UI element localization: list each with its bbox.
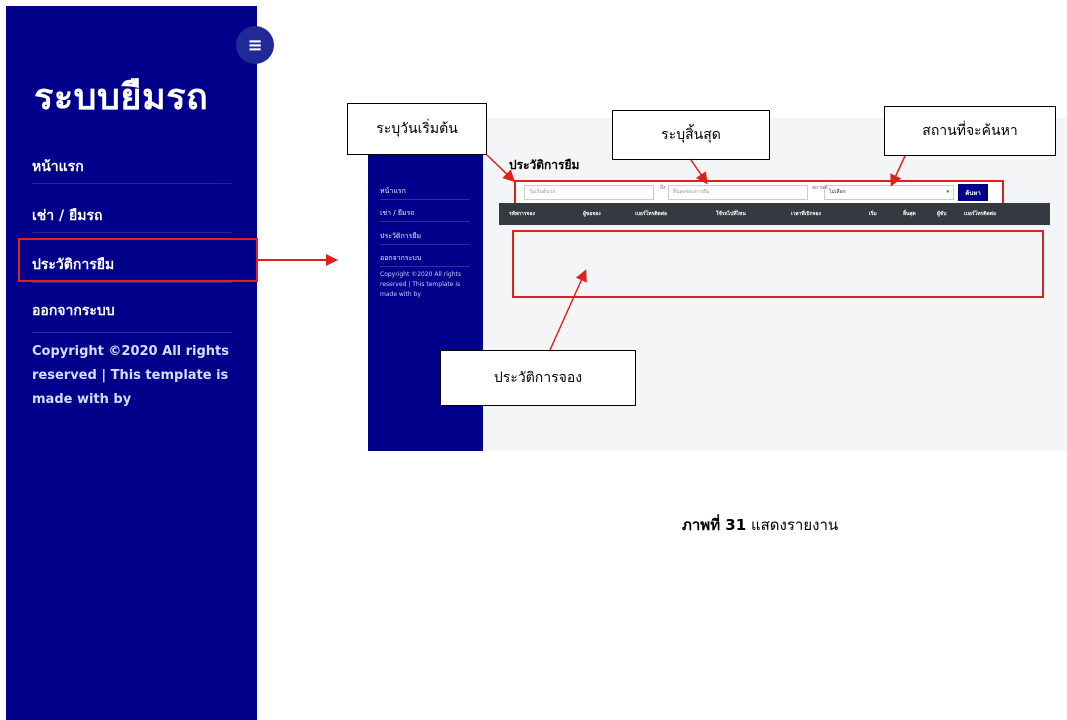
sidebar-item-rent[interactable]: เช่า / ยืมรถ <box>32 205 232 227</box>
end-label: ถึง <box>660 185 666 191</box>
th-phone: เบอร์โทรติดต่อ <box>635 211 667 217</box>
th-driver: ผู้ขับ <box>937 211 947 217</box>
th-booking-id: รหัสการจอง <box>509 211 535 217</box>
search-bar: วันเริ่มต้นรถ ถึง สิ้นสุดของการยืม สถานท… <box>514 180 1004 205</box>
mini-nav-logout[interactable]: ออกจากระบบ <box>380 253 421 264</box>
end-date-input[interactable]: สิ้นสุดของการยืม <box>668 185 808 200</box>
divider <box>32 332 232 333</box>
place-select[interactable]: ไม่เลือก ▾ <box>824 185 954 200</box>
callout-history: ประวัติการจอง <box>440 350 636 406</box>
copyright-text: Copyright ©2020 All rights reserved | Th… <box>32 344 230 407</box>
mini-nav-rent[interactable]: เช่า / ยืมรถ <box>380 208 415 219</box>
sidebar: ระบบยืมรถ หน้าแรก เช่า / ยืมรถ ประวัติกา… <box>6 6 257 720</box>
arrow-right-icon <box>326 254 338 266</box>
mini-copyright: Copyright ©2020 All rights reserved | Th… <box>380 271 461 298</box>
divider <box>32 282 232 283</box>
menu-toggle-button[interactable]: ≡ <box>236 26 274 64</box>
divider <box>380 221 470 222</box>
start-date-input[interactable]: วันเริ่มต้นรถ <box>524 185 654 200</box>
results-area <box>512 230 1044 298</box>
mini-nav-home[interactable]: หน้าแรก <box>380 186 406 197</box>
place-select-value: ไม่เลือก <box>829 189 846 195</box>
callout-start-date: ระบุวันเริ่มต้น <box>347 103 487 155</box>
mini-nav-history[interactable]: ประวัติการยืม <box>380 231 421 242</box>
divider <box>380 199 470 200</box>
arrow-line <box>258 259 328 261</box>
figure-caption: ภาพที่ 31 แสดงรายงาน <box>682 513 838 537</box>
hamburger-icon: ≡ <box>247 34 263 56</box>
divider <box>32 232 232 233</box>
chevron-down-icon: ▾ <box>946 189 949 195</box>
history-highlight-box <box>18 238 258 282</box>
th-driver-phone: เบอร์โทรติดต่อ <box>964 211 996 217</box>
table-header: รหัสการจอง ผู้ขอจอง เบอร์โทรติดต่อ ใช้รถ… <box>499 203 1050 225</box>
page-title: ประวัติการยืม <box>509 158 580 172</box>
th-destination: ใช้รถไปที่ไหน <box>716 211 746 217</box>
th-end: สิ้นสุด <box>903 211 916 217</box>
divider <box>380 266 470 267</box>
figure-text: แสดงรายงาน <box>750 516 839 534</box>
th-start: เริ่ม <box>869 211 877 217</box>
th-booking-time: เวลาที่เบิกจอง <box>791 211 821 217</box>
th-requester: ผู้ขอจอง <box>583 211 601 217</box>
search-button[interactable]: ค้นหา <box>958 184 988 201</box>
sidebar-item-logout[interactable]: ออกจากระบบ <box>32 300 232 322</box>
sidebar-item-home[interactable]: หน้าแรก <box>32 156 232 178</box>
callout-place: สถานที่จะค้นหา <box>884 106 1056 156</box>
brand-title: ระบบยืมรถ <box>34 77 209 118</box>
divider <box>380 244 470 245</box>
divider <box>32 183 232 184</box>
figure-number: ภาพที่ 31 <box>682 516 747 534</box>
callout-end-date: ระบุสิ้นสุด <box>612 110 770 160</box>
